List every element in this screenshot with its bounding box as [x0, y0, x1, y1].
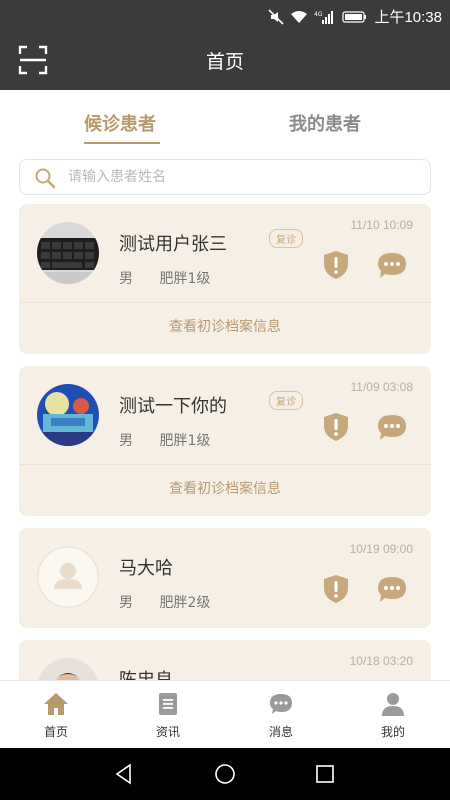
message-icon	[270, 694, 292, 714]
nav-home[interactable]: 首页	[11, 691, 101, 740]
patient-gender: 男	[119, 433, 133, 449]
card-divider	[19, 464, 431, 465]
svg-text:4G: 4G	[314, 11, 323, 18]
patient-gender: 男	[119, 271, 133, 287]
visit-time: 11/09 03:08	[350, 380, 413, 394]
nav-home-label: 首页	[43, 725, 68, 739]
nav-news[interactable]: 资讯	[123, 691, 213, 740]
visit-time: 11/10 10:09	[350, 218, 413, 232]
status-time: 上午10:38	[374, 9, 442, 26]
search-box[interactable]	[19, 159, 431, 195]
patient-card[interactable]: 陈忠良 10/18 03:20	[19, 640, 431, 680]
mute-icon	[268, 8, 285, 25]
patient-tabs: 候诊患者 我的患者	[0, 110, 450, 150]
visit-time: 10/19 09:00	[349, 542, 413, 556]
alert-shield-icon[interactable]	[319, 410, 353, 444]
wifi-icon	[291, 10, 308, 23]
patient-condition: 肥胖2级	[159, 595, 211, 611]
app-bar: 首页	[0, 30, 450, 90]
patient-name: 测试用户张三	[119, 234, 227, 255]
recent-apps-icon[interactable]	[314, 763, 336, 785]
followup-badge: 复诊	[269, 391, 303, 410]
chat-bubble-icon[interactable]	[375, 572, 409, 606]
search-icon	[35, 168, 56, 189]
avatar	[37, 384, 99, 446]
alert-shield-icon[interactable]	[319, 572, 353, 606]
patient-card[interactable]: 测试一下你的 复诊 男 肥胖1级 11/09 03:08 查看初诊档案信息	[19, 366, 431, 516]
signal-4g-icon: 4G	[314, 10, 334, 24]
bottom-tab-bar: 首页 资讯 消息 我的	[0, 680, 450, 748]
view-initial-record-link[interactable]: 查看初诊档案信息	[19, 478, 431, 498]
nav-profile[interactable]: 我的	[348, 691, 438, 740]
patient-card[interactable]: 马大哈 男 肥胖2级 10/19 09:00	[19, 528, 431, 628]
patient-condition: 肥胖1级	[159, 433, 211, 449]
visit-time: 10/18 03:20	[349, 654, 413, 668]
battery-icon	[342, 10, 367, 23]
tab-waiting-patients[interactable]: 候诊患者	[84, 110, 156, 136]
alert-shield-icon[interactable]	[319, 248, 353, 282]
patient-name: 马大哈	[119, 558, 173, 579]
nav-messages[interactable]: 消息	[236, 691, 326, 740]
patient-name: 测试一下你的	[119, 396, 227, 417]
status-bar: 4G 上午10:38	[0, 0, 450, 30]
page-title: 首页	[205, 51, 244, 73]
view-initial-record-link[interactable]: 查看初诊档案信息	[19, 316, 431, 336]
back-icon[interactable]	[113, 763, 135, 785]
home-circle-icon[interactable]	[214, 763, 236, 785]
patient-condition: 肥胖1级	[159, 271, 211, 287]
avatar	[37, 658, 99, 680]
patient-gender: 男	[119, 595, 133, 611]
patient-name: 陈忠良	[119, 666, 173, 680]
system-nav-bar	[0, 748, 450, 800]
profile-icon	[382, 693, 404, 716]
chat-bubble-icon[interactable]	[375, 410, 409, 444]
news-icon	[159, 693, 177, 715]
active-tab-indicator	[84, 142, 160, 144]
nav-news-label: 资讯	[155, 725, 180, 739]
chat-bubble-icon[interactable]	[375, 248, 409, 282]
main-content: 候诊患者 我的患者 测试用户张三 复诊 男	[0, 90, 450, 680]
patient-card[interactable]: 测试用户张三 复诊 男 肥胖1级 11/10 10:09 查看初诊档案信息	[19, 204, 431, 354]
search-input[interactable]	[68, 166, 408, 188]
nav-profile-label: 我的	[380, 725, 405, 739]
nav-messages-label: 消息	[268, 725, 293, 739]
avatar	[37, 222, 99, 284]
home-icon	[44, 693, 68, 715]
card-divider	[19, 302, 431, 303]
avatar	[37, 546, 99, 608]
followup-badge: 复诊	[269, 229, 303, 248]
tab-my-patients[interactable]: 我的患者	[289, 110, 361, 136]
